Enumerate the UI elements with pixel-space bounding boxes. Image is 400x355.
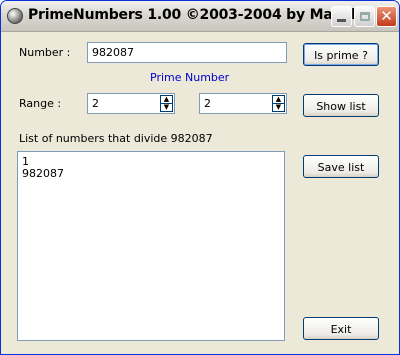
spin-down-icon[interactable]: ▼	[273, 104, 284, 111]
range-label: Range :	[19, 97, 62, 110]
app-icon	[7, 8, 23, 24]
list-label: List of numbers that divide 982087	[19, 132, 213, 145]
minimize-button[interactable]	[331, 6, 352, 27]
save-list-button[interactable]: Save list	[303, 155, 379, 178]
is-prime-button[interactable]: Is prime ?	[303, 43, 379, 66]
exit-button[interactable]: Exit	[303, 317, 379, 340]
divisor-list[interactable]: 1 982087	[17, 151, 285, 341]
app-window: PrimeNumbers 1.00 ©2003-2004 by Max2k ✕ …	[0, 0, 400, 355]
list-item[interactable]: 982087	[18, 168, 284, 180]
range-to-spin-buttons[interactable]: ▲ ▼	[272, 95, 285, 112]
maximize-button[interactable]	[354, 6, 375, 27]
range-from-spin-buttons[interactable]: ▲ ▼	[160, 95, 173, 112]
range-to-spinner[interactable]: 2 ▲ ▼	[199, 93, 287, 114]
status-text: Prime Number	[150, 71, 230, 84]
range-to-value: 2	[204, 97, 211, 110]
minimize-icon	[337, 19, 346, 22]
window-title: PrimeNumbers 1.00 ©2003-2004 by Max2k	[28, 7, 361, 23]
show-list-button[interactable]: Show list	[303, 94, 379, 117]
number-label: Number :	[19, 46, 71, 59]
range-from-value: 2	[92, 97, 99, 110]
close-icon: ✕	[380, 7, 393, 25]
range-from-spinner[interactable]: 2 ▲ ▼	[87, 93, 175, 114]
title-bar[interactable]: PrimeNumbers 1.00 ©2003-2004 by Max2k ✕	[1, 1, 399, 32]
number-input[interactable]: 982087	[87, 42, 287, 63]
close-button[interactable]: ✕	[376, 6, 397, 27]
maximize-icon	[359, 12, 370, 21]
spin-down-icon[interactable]: ▼	[161, 104, 172, 111]
